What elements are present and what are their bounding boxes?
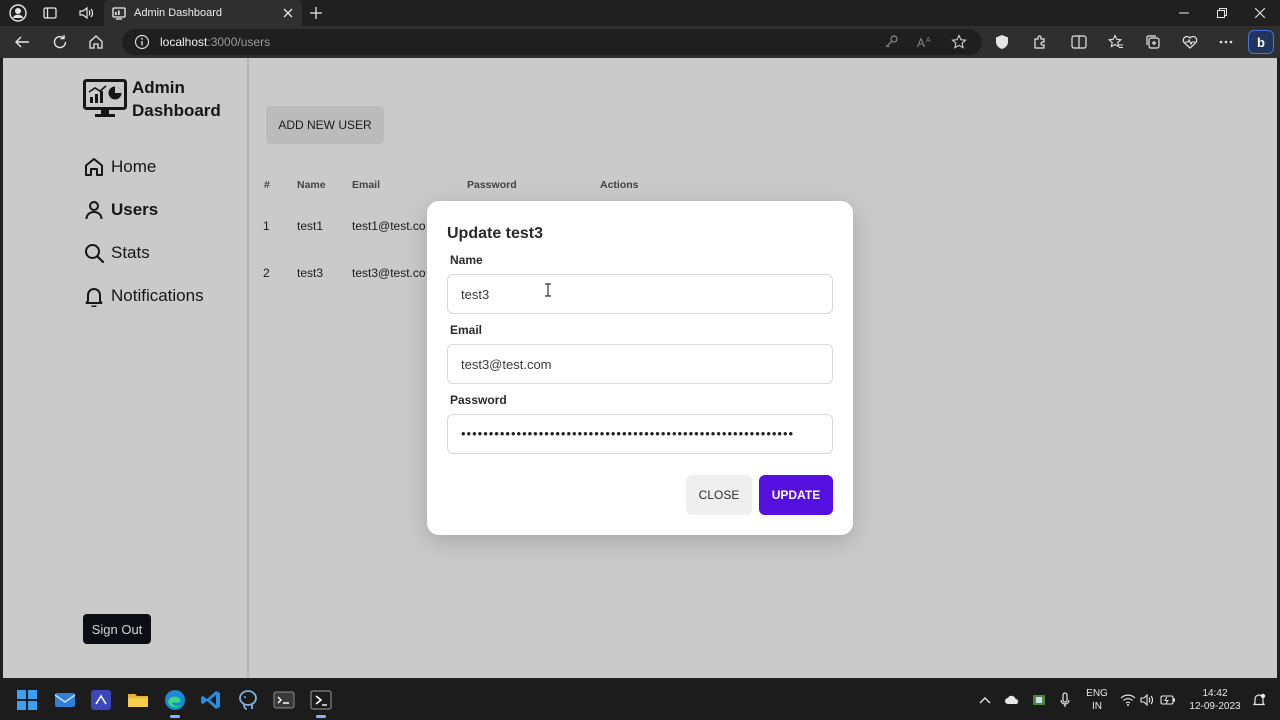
password-key-icon[interactable] (882, 33, 900, 51)
windows-taskbar: ENG IN 14:42 12-09-2023 (0, 680, 1280, 720)
page-viewport: Admin Dashboard Home Users Stats Notific… (3, 58, 1277, 678)
more-menu-icon[interactable] (1216, 32, 1236, 52)
svg-text:A: A (926, 37, 931, 44)
browser-essentials-icon[interactable] (1180, 32, 1200, 52)
chevron-up-icon[interactable] (976, 691, 994, 709)
mail-app-icon[interactable] (52, 687, 78, 713)
file-explorer-icon[interactable] (125, 687, 151, 713)
speaker-icon[interactable] (76, 3, 96, 23)
collections-icon[interactable] (1143, 32, 1163, 52)
split-screen-icon[interactable] (1069, 32, 1089, 52)
powershell-icon[interactable] (308, 687, 334, 718)
site-info-icon[interactable] (134, 34, 150, 50)
tab-title: Admin Dashboard (134, 7, 223, 19)
clock-date: 12-09-2023 (1189, 701, 1241, 712)
read-aloud-icon[interactable]: AA (916, 33, 934, 51)
postgresql-icon[interactable] (235, 687, 261, 713)
browser-toolbar: localhost:3000/users AA (0, 26, 1280, 58)
name-label: Name (450, 253, 483, 267)
extensions-icon[interactable] (1030, 32, 1050, 52)
tab-favicon-icon (112, 6, 126, 20)
restore-icon[interactable] (1211, 3, 1233, 23)
url-text: localhost:3000/users (160, 35, 271, 49)
microphone-icon[interactable] (1056, 691, 1074, 709)
clock-time: 14:42 (1202, 688, 1228, 699)
home-browser-icon[interactable] (86, 32, 106, 52)
password-field[interactable]: ••••••••••••••••••••••••••••••••••••••••… (447, 414, 833, 454)
address-bar[interactable]: localhost:3000/users AA (122, 29, 982, 55)
text-cursor-icon (544, 283, 552, 297)
tab-close-icon[interactable] (280, 5, 296, 21)
app-tray-icon[interactable] (1030, 691, 1048, 709)
back-icon[interactable] (12, 32, 32, 52)
email-field[interactable] (447, 344, 833, 384)
battery-icon[interactable] (1159, 691, 1177, 709)
name-field[interactable] (447, 274, 833, 314)
email-label: Email (450, 323, 483, 337)
wifi-icon[interactable] (1119, 691, 1137, 709)
window-close-icon[interactable] (1249, 3, 1271, 23)
vscode-icon[interactable] (198, 687, 224, 713)
svg-text:A: A (917, 36, 925, 49)
favorites-icon[interactable] (1106, 32, 1126, 52)
volume-icon[interactable] (1138, 691, 1156, 709)
modal-title: Update test3 (447, 225, 544, 242)
refresh-icon[interactable] (50, 32, 70, 52)
region-code: IN (1092, 701, 1102, 712)
edge-browser-icon[interactable] (162, 687, 188, 718)
windows-start-icon[interactable] (14, 687, 40, 713)
profile-icon[interactable] (8, 3, 28, 23)
minimize-icon[interactable] (1173, 3, 1195, 23)
favorite-star-icon[interactable] (950, 33, 968, 51)
language-code: ENG (1086, 688, 1108, 699)
update-button[interactable]: UPDATE (759, 475, 833, 515)
tab-actions-icon[interactable] (40, 3, 60, 23)
new-tab-icon[interactable] (306, 3, 326, 23)
shield-icon[interactable] (992, 32, 1012, 52)
password-label: Password (450, 393, 507, 407)
terminal-icon[interactable] (271, 687, 297, 713)
visual-studio-icon[interactable] (88, 687, 114, 713)
notification-bell-icon[interactable] (1250, 691, 1268, 709)
clock[interactable]: 14:42 12-09-2023 (1185, 687, 1245, 713)
onedrive-cloud-icon[interactable] (1003, 691, 1021, 709)
input-language-indicator[interactable]: ENG IN (1084, 687, 1110, 713)
copilot-icon[interactable]: b (1248, 30, 1274, 54)
close-button[interactable]: CLOSE (686, 475, 752, 515)
tab-admin-dashboard[interactable]: Admin Dashboard (104, 0, 302, 26)
update-user-modal: Update test3 Name Email Password •••••••… (427, 201, 853, 535)
browser-tab-bar: Admin Dashboard (0, 0, 1280, 26)
